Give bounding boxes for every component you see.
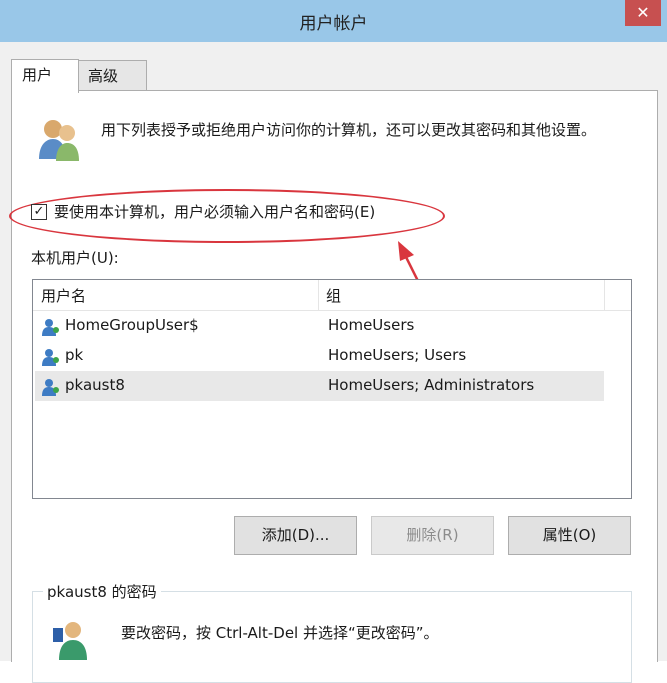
require-login-label[interactable]: 要使用本计算机，用户必须输入用户名和密码(E) xyxy=(54,201,375,222)
password-group-title: pkaust8 的密码 xyxy=(43,581,161,602)
users-list[interactable]: 用户名 组 HomeGroupUser$ HomeUsers pk HomeUs… xyxy=(32,279,632,499)
users-panel: 用下列表授予或拒绝用户访问你的计算机，还可以更改其密码和其他设置。 ✓ 要使用本… xyxy=(9,90,658,683)
key-user-icon xyxy=(53,622,87,660)
local-users-label: 本机用户(U): xyxy=(31,249,119,267)
column-divider[interactable] xyxy=(604,280,605,310)
window-title: 用户帐户 xyxy=(299,14,368,34)
tab-users[interactable]: 用户 xyxy=(11,59,79,93)
remove-user-button[interactable]: 删除(R) xyxy=(371,516,494,555)
column-group[interactable]: 组 xyxy=(326,285,341,306)
column-username[interactable]: 用户名 xyxy=(41,285,86,306)
title-bar: 用户帐户 ✕ xyxy=(0,0,667,42)
table-row[interactable]: pkaust8 HomeUsers; Administrators xyxy=(35,371,604,401)
require-login-checkbox[interactable]: ✓ xyxy=(31,204,47,220)
user-name: HomeGroupUser$ xyxy=(65,316,199,334)
user-icon xyxy=(42,349,59,366)
list-header: 用户名 组 xyxy=(33,280,631,311)
add-user-button[interactable]: 添加(D)... xyxy=(234,516,357,555)
tab-advanced[interactable]: 高级 xyxy=(77,60,147,91)
intro-text: 用下列表授予或拒绝用户访问你的计算机，还可以更改其密码和其他设置。 xyxy=(101,121,597,139)
users-icon xyxy=(39,120,79,161)
user-group: HomeUsers; Users xyxy=(328,346,467,364)
column-divider[interactable] xyxy=(318,280,319,310)
user-group: HomeUsers; Administrators xyxy=(328,376,535,394)
user-icon xyxy=(42,379,59,396)
user-name: pkaust8 xyxy=(65,376,125,394)
close-button[interactable]: ✕ xyxy=(625,0,661,26)
password-group: pkaust8 的密码 要改密码，按 Ctrl-Alt-Del 并选择“更改密码… xyxy=(32,581,632,683)
user-icon xyxy=(42,319,59,336)
user-group: HomeUsers xyxy=(328,316,415,334)
properties-button[interactable]: 属性(O) xyxy=(508,516,631,555)
user-name: pk xyxy=(65,346,84,364)
table-row[interactable]: pk HomeUsers; Users xyxy=(35,341,604,371)
table-row[interactable]: HomeGroupUser$ HomeUsers xyxy=(35,311,604,341)
password-instructions: 要改密码，按 Ctrl-Alt-Del 并选择“更改密码”。 xyxy=(121,624,439,642)
